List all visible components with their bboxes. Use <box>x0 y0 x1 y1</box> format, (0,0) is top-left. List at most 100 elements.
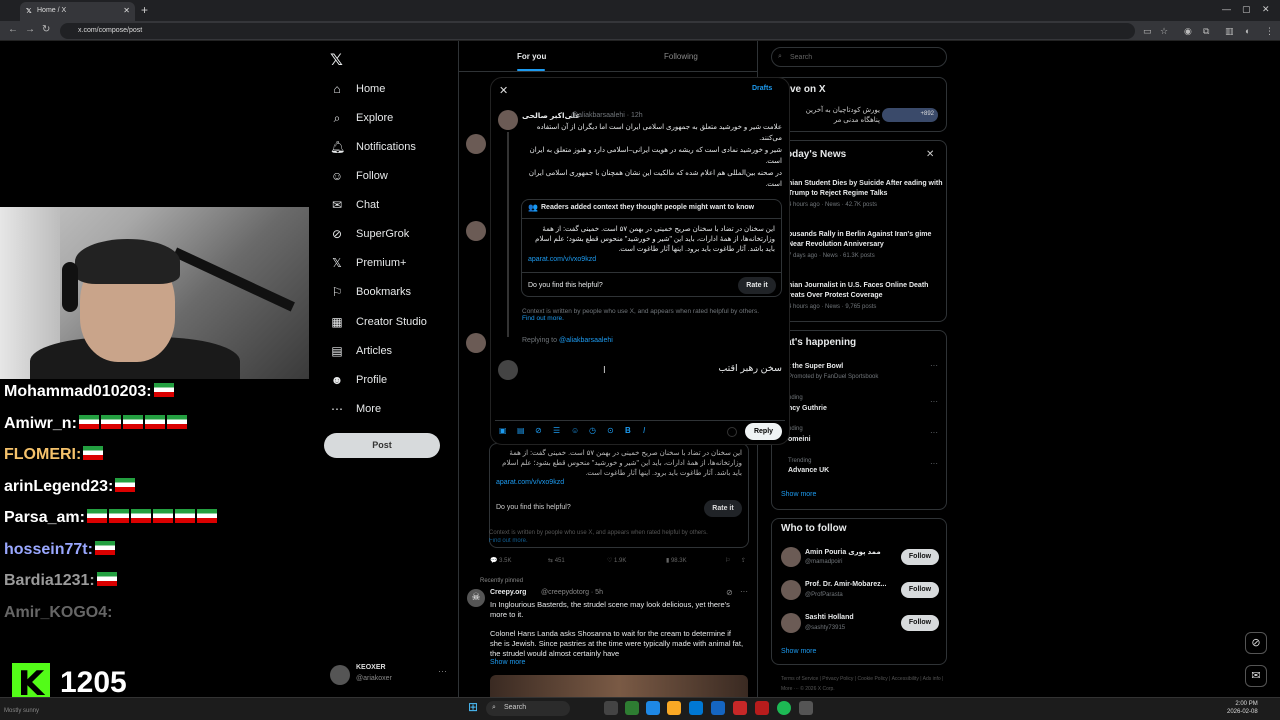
close-tab-icon[interactable]: ✕ <box>123 6 130 15</box>
live-listeners[interactable]: +892 <box>882 108 938 122</box>
nav-item-chat[interactable]: ✉ Chat <box>330 194 379 216</box>
more-dots-icon[interactable]: ··· <box>930 428 938 437</box>
more-dots-icon[interactable]: ··· <box>930 361 938 370</box>
reload-icon[interactable]: ↻ <box>42 24 50 35</box>
app-icon[interactable] <box>646 701 660 715</box>
messages-icon[interactable]: ✉ <box>1245 665 1267 687</box>
author-name[interactable]: Creepy.org <box>490 589 526 596</box>
view-count[interactable]: ▮ 98.3K <box>666 557 687 564</box>
trend-title[interactable]: omeini <box>788 436 811 443</box>
like-count[interactable]: ♡ 1.9K <box>607 557 626 564</box>
grok-icon[interactable]: ⊘ <box>726 588 733 597</box>
note-link[interactable]: aparat.com/v/vxo9kzd <box>496 479 564 486</box>
live-text[interactable]: یورش کودتاچیان به آخرین پناهگاه مدنی مر <box>790 106 880 126</box>
trend-title[interactable]: t the Super Bowl <box>788 363 843 370</box>
grok-icon[interactable]: ⊘ <box>535 426 542 435</box>
follow-button[interactable]: Follow <box>901 615 939 631</box>
chrome-icon[interactable] <box>625 701 639 715</box>
nav-item-articles[interactable]: ▤ Articles <box>330 340 392 362</box>
new-tab-icon[interactable]: + <box>141 3 148 17</box>
follow-name[interactable]: Sashti Holland <box>805 614 854 621</box>
windows-start-icon[interactable]: ⊞ <box>468 700 478 714</box>
file-explorer-icon[interactable] <box>667 701 681 715</box>
italic-icon[interactable]: I <box>643 426 645 435</box>
avatar[interactable] <box>466 221 486 241</box>
tab-for-you[interactable]: For you <box>517 52 546 61</box>
post-button[interactable]: Post <box>324 433 440 458</box>
follow-button[interactable]: Follow <box>901 582 939 598</box>
more-dots-icon[interactable]: ··· <box>740 587 748 596</box>
nav-item-notifications[interactable]: 🔔︎ Notifications <box>330 136 416 158</box>
avatar[interactable] <box>498 110 518 130</box>
follow-button[interactable]: Follow <box>901 549 939 565</box>
nav-item-supergrok[interactable]: ⊘ SuperGrok <box>330 223 409 245</box>
forward-icon[interactable]: → <box>25 24 35 35</box>
search-input[interactable]: ⌕ Search <box>771 47 947 67</box>
news-item-title[interactable]: nian Student Dies by Suicide After eadin… <box>788 179 943 199</box>
rate-it-button[interactable]: Rate it <box>704 500 742 517</box>
close-window-icon[interactable]: ✕ <box>1262 4 1270 15</box>
puzzle-icon[interactable]: ⧉ <box>1203 26 1209 37</box>
avatar[interactable] <box>781 547 801 567</box>
footer-links[interactable]: Terms of Service | Privacy Policy | Cook… <box>781 674 946 694</box>
find-out-more-link[interactable]: Find out more. <box>522 315 564 322</box>
repost-count[interactable]: ⇆ 451 <box>548 557 565 564</box>
nav-item-follow[interactable]: ☺ Follow <box>330 165 388 187</box>
nav-item-more[interactable]: ⋯ More <box>330 398 381 420</box>
nav-item-home[interactable]: ⌂ Home <box>330 78 385 100</box>
show-more-link[interactable]: Show more <box>781 648 816 655</box>
avatar[interactable]: ☠ <box>467 589 485 607</box>
back-icon[interactable]: ← <box>8 24 18 35</box>
image-icon[interactable]: ▣ <box>499 426 507 435</box>
avatar[interactable] <box>466 333 486 353</box>
show-more-link[interactable]: Show more <box>490 659 525 666</box>
taskbar-search[interactable]: ⌕ Search <box>486 701 570 716</box>
find-out-more-link[interactable]: Find out more. <box>489 538 528 544</box>
app-icon[interactable] <box>733 701 747 715</box>
reply-button[interactable]: Reply <box>745 423 782 440</box>
spotify-icon[interactable] <box>777 701 791 715</box>
tab-following[interactable]: Following <box>664 52 698 61</box>
reply-text-input[interactable]: سخن رهبر اقتب <box>522 363 782 374</box>
edge-icon[interactable] <box>689 701 703 715</box>
trend-title[interactable]: Advance UK <box>788 467 829 474</box>
trend-title[interactable]: ncy Guthrie <box>788 405 827 412</box>
news-item-title[interactable]: nian Journalist in U.S. Faces Online Dea… <box>788 281 943 301</box>
bold-icon[interactable]: B <box>625 426 631 435</box>
close-icon[interactable]: ✕ <box>926 149 934 160</box>
nav-item-profile[interactable]: ☻ Profile <box>330 369 388 391</box>
rate-it-button[interactable]: Rate it <box>738 277 776 294</box>
drafts-button[interactable]: Drafts <box>752 85 772 92</box>
more-dots-icon[interactable]: ··· <box>438 666 447 676</box>
maximize-icon[interactable]: ▢ <box>1242 4 1251 15</box>
nav-item-creator-studio[interactable]: ▦ Creator Studio <box>330 311 427 333</box>
x-logo-icon[interactable]: 𝕏 <box>330 50 343 70</box>
nav-item-premium[interactable]: 𝕏 Premium+ <box>330 252 406 274</box>
follow-name[interactable]: Prof. Dr. Amir-Mobarez... <box>805 581 886 588</box>
grok-icon[interactable]: ⊘ <box>1245 632 1267 654</box>
show-more-link[interactable]: Show more <box>781 491 816 498</box>
profile-icon[interactable]: ◐ <box>1245 26 1250 36</box>
star-icon[interactable]: ☆ <box>1160 26 1168 37</box>
system-clock[interactable]: 2:00 PM 2026-02-08 <box>1227 700 1258 716</box>
follow-name[interactable]: Amin Pouria ممد پوری <box>805 548 881 556</box>
mail-icon[interactable] <box>711 701 725 715</box>
note-link[interactable]: aparat.com/v/vxo9kzd <box>528 256 596 263</box>
browser-tab[interactable]: 𝕏 Home / X ✕ <box>20 2 135 21</box>
schedule-icon[interactable]: ◷ <box>589 426 596 435</box>
task-view-icon[interactable] <box>604 701 618 715</box>
app-icon[interactable] <box>755 701 769 715</box>
emoji-icon[interactable]: ☺ <box>571 426 579 435</box>
menu-icon[interactable]: ⋮ <box>1265 26 1274 37</box>
share-icon[interactable]: ⇪ <box>741 557 746 564</box>
avatar[interactable] <box>781 580 801 600</box>
settings-icon[interactable] <box>799 701 813 715</box>
url-input[interactable]: x.com/compose/post <box>60 23 1135 39</box>
news-item-title[interactable]: ousands Rally in Berlin Against Iran's g… <box>788 230 943 250</box>
sidebar-icon[interactable]: ▥ <box>1225 26 1234 37</box>
gif-icon[interactable]: ▤ <box>517 426 525 435</box>
account-switcher[interactable]: KEOXER @ariakoxer ··· <box>330 662 450 692</box>
avatar[interactable] <box>781 613 801 633</box>
more-dots-icon[interactable]: ··· <box>930 397 938 406</box>
reply-count[interactable]: 💬 3.5K <box>490 557 511 564</box>
